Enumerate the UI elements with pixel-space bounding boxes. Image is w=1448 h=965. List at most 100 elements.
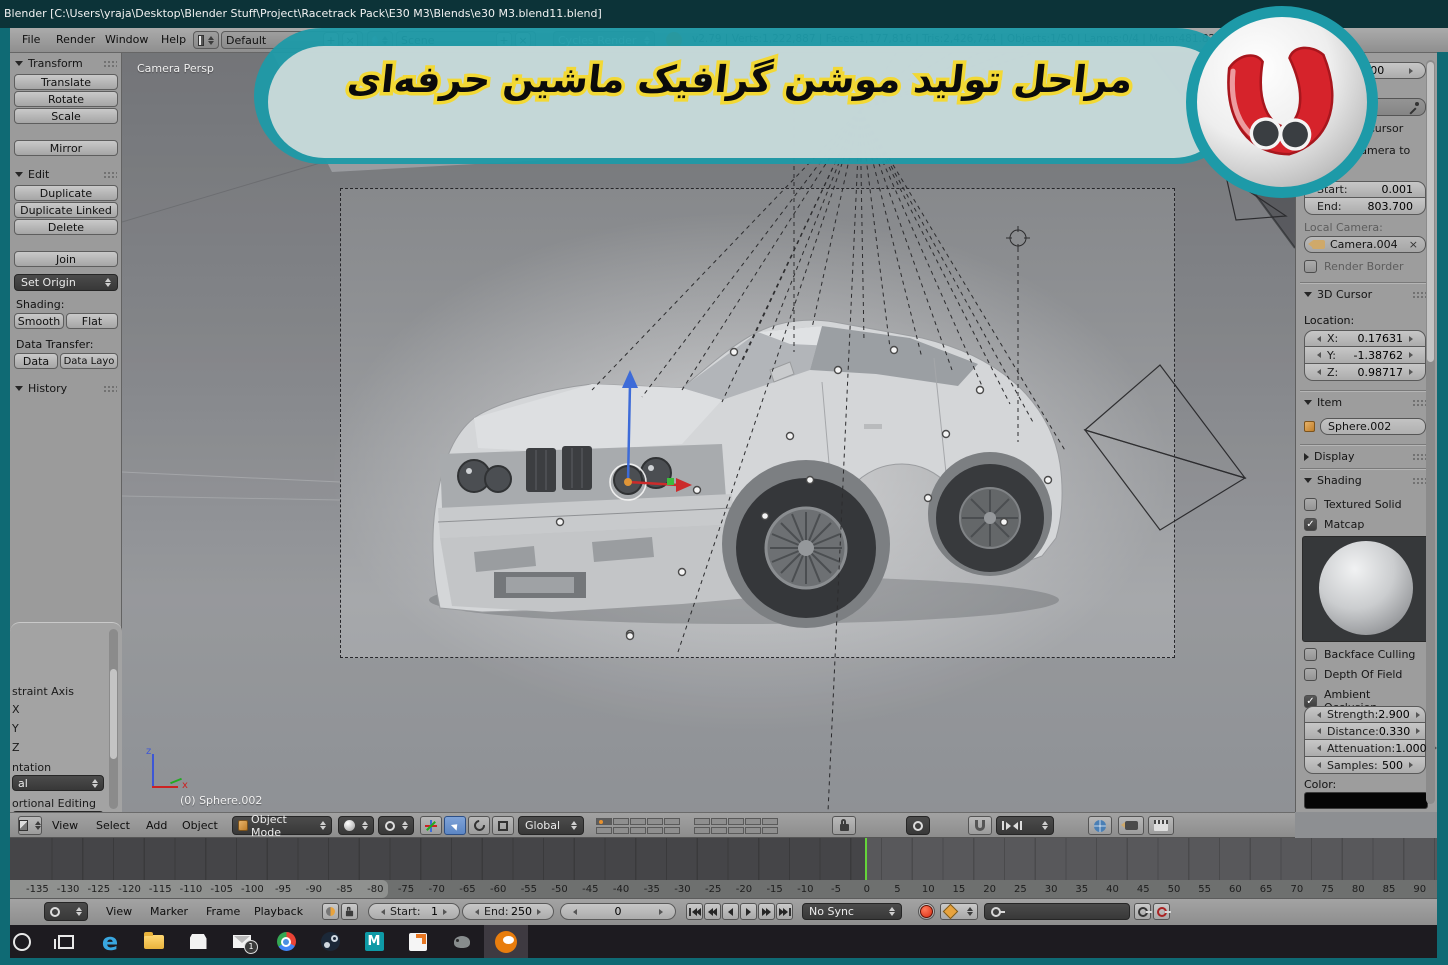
axis-toggle[interactable]: Z xyxy=(12,741,20,754)
panel-header-edit[interactable]: Edit xyxy=(15,168,117,181)
steam-icon[interactable] xyxy=(308,925,352,958)
checkbox[interactable] xyxy=(1304,648,1317,661)
timeline-editor[interactable]: -135-130-125-120-115-110-105-100-95-90-8… xyxy=(10,838,1437,898)
tool-button[interactable]: Scale xyxy=(14,108,118,124)
rotate-manipulator-button[interactable] xyxy=(468,816,490,835)
checkbox[interactable] xyxy=(1304,668,1317,681)
opengl-animation-button[interactable] xyxy=(1148,816,1174,835)
edge-icon[interactable]: e xyxy=(88,925,132,958)
matcap-preview[interactable] xyxy=(1302,536,1430,642)
checkbox[interactable] xyxy=(1304,260,1317,273)
tool-button[interactable]: Duplicate Linked xyxy=(14,202,118,218)
axis-toggle[interactable]: X xyxy=(12,703,20,716)
translate-manipulator-button[interactable] xyxy=(444,816,466,835)
panel-header-shading[interactable]: Shading xyxy=(1304,474,1426,487)
play-reverse-button[interactable] xyxy=(722,903,739,920)
scrollbar[interactable] xyxy=(1426,60,1435,804)
grip-icon[interactable] xyxy=(103,60,117,68)
grip-icon[interactable] xyxy=(1412,291,1426,299)
editor-type-button[interactable] xyxy=(193,31,219,49)
eyedropper-icon[interactable] xyxy=(1408,102,1419,113)
close-icon[interactable]: × xyxy=(1409,238,1418,251)
maya-icon[interactable]: M xyxy=(352,925,396,958)
panel-header-3d-cursor[interactable]: 3D Cursor xyxy=(1304,288,1426,301)
menu-help[interactable]: Help xyxy=(161,28,186,52)
task-view-icon[interactable] xyxy=(44,925,88,958)
menu-add[interactable]: Add xyxy=(146,814,167,838)
grip-icon[interactable] xyxy=(103,171,117,179)
current-frame-field[interactable]: 0 xyxy=(560,903,676,920)
data-layout-button[interactable]: Data Layo xyxy=(60,353,118,369)
sync-dropdown[interactable]: No Sync xyxy=(802,903,902,920)
mirror-button[interactable]: Mirror xyxy=(14,140,118,156)
keying-set-field[interactable] xyxy=(984,903,1130,920)
ao-field[interactable]: Strength: 2.900 xyxy=(1304,706,1426,723)
ao-field[interactable]: Samples: 500 xyxy=(1304,757,1426,774)
checkbox-checked[interactable] xyxy=(1304,518,1317,531)
manipulator-toggle[interactable] xyxy=(420,816,442,835)
menu-window[interactable]: Window xyxy=(105,28,148,52)
autokey-lock-button[interactable] xyxy=(341,903,358,920)
prev-keyframe-button[interactable] xyxy=(704,903,721,920)
start-frame-field[interactable]: Start: 1 xyxy=(368,903,460,920)
smooth-button[interactable]: Smooth xyxy=(14,313,64,329)
proportional-edit-button[interactable] xyxy=(906,816,930,835)
grip-icon[interactable] xyxy=(1412,399,1426,407)
snap-element-dropdown[interactable] xyxy=(996,816,1054,835)
location-field[interactable]: Z: 0.98717 xyxy=(1304,364,1426,381)
dof-row[interactable]: Depth Of Field xyxy=(1304,668,1426,681)
render-border-row[interactable]: Render Border xyxy=(1304,260,1426,273)
pivot-point-dropdown[interactable] xyxy=(378,816,414,835)
tool-button[interactable]: Delete xyxy=(14,219,118,235)
matcap-row[interactable]: Matcap xyxy=(1304,518,1426,531)
panel-header-display[interactable]: Display xyxy=(1304,450,1426,463)
viewport-3d[interactable]: Camera Persp (0) Sphere.002 z x xyxy=(122,52,1295,812)
camera-frame[interactable] xyxy=(340,188,1175,658)
grip-icon[interactable] xyxy=(1412,453,1426,461)
editor-type-button[interactable] xyxy=(44,902,88,921)
menu-select[interactable]: Select xyxy=(96,814,130,838)
tool-button[interactable]: Duplicate xyxy=(14,185,118,201)
join-button[interactable]: Join xyxy=(14,251,118,267)
jump-to-start-button[interactable] xyxy=(686,903,703,920)
panel-header-history[interactable]: History xyxy=(15,382,117,395)
file-explorer-icon[interactable] xyxy=(132,925,176,958)
local-camera-field[interactable]: Camera.004 × xyxy=(1304,236,1426,253)
jump-to-end-button[interactable] xyxy=(776,903,793,920)
menu-object[interactable]: Object xyxy=(182,814,218,838)
flat-button[interactable]: Flat xyxy=(66,313,118,329)
scrollbar[interactable] xyxy=(109,629,118,809)
blender-icon[interactable] xyxy=(484,925,528,958)
snap-toggle-button[interactable] xyxy=(968,816,992,835)
tool-button[interactable]: Rotate xyxy=(14,91,118,107)
grip-icon[interactable] xyxy=(1412,477,1426,485)
snap-peel-button[interactable] xyxy=(1088,816,1112,835)
menu-file[interactable]: File xyxy=(22,28,40,52)
layers-widget[interactable] xyxy=(592,817,684,834)
ao-field[interactable]: Attenuation: 1.000 xyxy=(1304,740,1426,757)
mode-dropdown[interactable]: Object Mode xyxy=(232,816,332,835)
orientation-dropdown[interactable]: al xyxy=(12,775,104,791)
ao-field[interactable]: Distance: 0.330 xyxy=(1304,723,1426,740)
axis-toggle[interactable]: Y xyxy=(12,722,19,735)
grip-icon[interactable] xyxy=(103,385,117,393)
textured-solid-row[interactable]: Textured Solid xyxy=(1304,498,1426,511)
location-field[interactable]: X: 0.17631 xyxy=(1304,330,1426,347)
ao-color-swatch[interactable] xyxy=(1304,792,1428,809)
menu-marker[interactable]: Marker xyxy=(150,900,188,924)
keying-set-type[interactable] xyxy=(940,903,978,920)
location-field[interactable]: Y: -1.38762 xyxy=(1304,347,1426,364)
play-button[interactable] xyxy=(740,903,757,920)
menu-frame[interactable]: Frame xyxy=(206,900,240,924)
insert-keyframe-button[interactable] xyxy=(1134,903,1151,920)
item-name-field[interactable]: Sphere.002 xyxy=(1320,418,1426,435)
layers-widget-2[interactable] xyxy=(690,817,782,834)
next-keyframe-button[interactable] xyxy=(758,903,775,920)
lock-to-scene-button[interactable] xyxy=(832,816,856,835)
viewport-shading-dropdown[interactable] xyxy=(338,816,374,835)
record-button[interactable] xyxy=(918,903,935,920)
clip-end-field[interactable]: End: 803.700 xyxy=(1304,198,1426,215)
mail-icon[interactable]: 1 xyxy=(220,925,264,958)
store-icon[interactable] xyxy=(176,925,220,958)
end-frame-field[interactable]: End: 250 xyxy=(462,903,554,920)
